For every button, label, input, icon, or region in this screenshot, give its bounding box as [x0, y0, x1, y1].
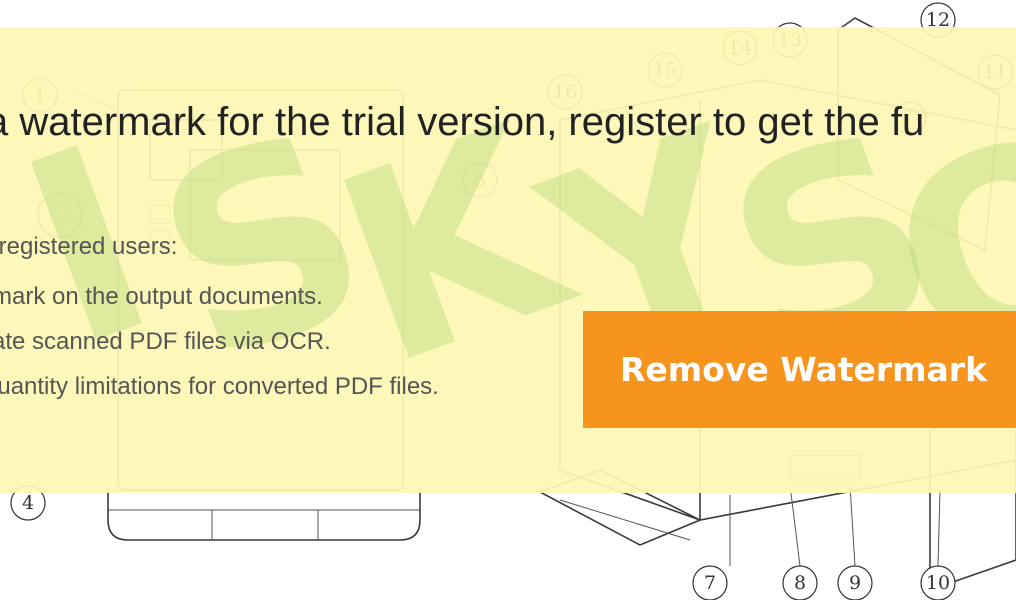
callout-10: 10 — [920, 565, 956, 600]
trial-headline: a watermark for the trial version, regis… — [0, 100, 925, 144]
benefit-item: rmark on the output documents. — [0, 283, 323, 310]
callout-9: 9 — [837, 565, 873, 600]
benefit-item: quantity limitations for converted PDF f… — [0, 373, 439, 400]
svg-text:7: 7 — [704, 572, 716, 594]
benefits-list: rmark on the output documents. rate scan… — [0, 280, 439, 415]
remove-watermark-button[interactable]: Remove Watermark — [583, 311, 1016, 428]
callout-7: 7 — [692, 565, 728, 600]
svg-text:10: 10 — [926, 572, 950, 594]
callout-8: 8 — [782, 565, 818, 600]
svg-text:4: 4 — [22, 492, 34, 514]
benefits-heading: r registered users: — [0, 233, 178, 260]
svg-text:9: 9 — [849, 572, 861, 594]
svg-text:8: 8 — [794, 572, 806, 594]
trial-watermark-overlay: I S K Y S O a watermark for the trial ve… — [0, 27, 1016, 493]
benefit-item: rate scanned PDF files via OCR. — [0, 328, 331, 355]
